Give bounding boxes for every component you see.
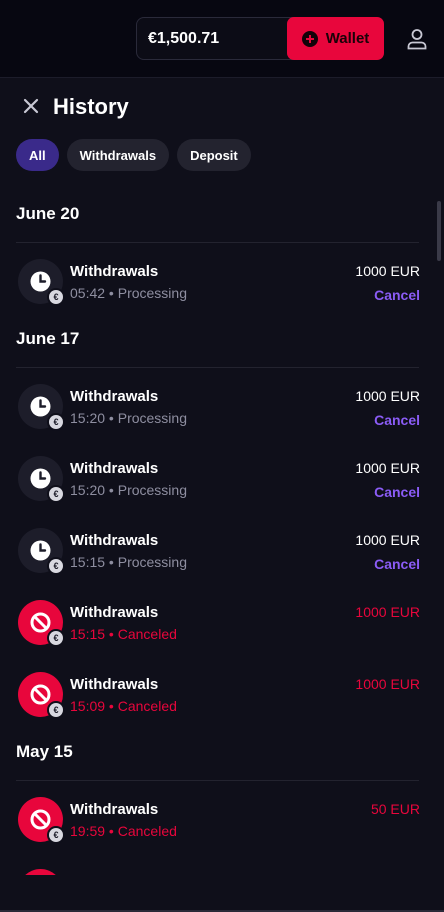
transaction-title: Withdrawals <box>70 604 159 621</box>
transaction-status: Canceled <box>117 823 177 839</box>
transaction-subtitle: 15:15 • Canceled <box>70 626 177 642</box>
euro-coin-icon: € <box>47 629 65 647</box>
coin-symbol: € <box>49 703 63 717</box>
cancel-link[interactable]: Cancel <box>374 412 420 428</box>
coin-symbol: € <box>49 559 63 573</box>
transaction-title: Withdrawals <box>70 460 159 477</box>
wallet-button[interactable]: Wallet <box>287 17 384 60</box>
cancel-link[interactable]: Cancel <box>374 484 420 500</box>
transaction-status-icon: € <box>18 384 65 431</box>
clock-icon <box>30 468 51 489</box>
transaction-row[interactable]: € Withdrawals 15:15 • Processing 1000 EUR Ca… <box>0 512 430 584</box>
balance-value: €1,500.71 <box>148 30 220 47</box>
date-heading: June 20 <box>16 204 80 223</box>
transaction-amount: 1000 EUR <box>355 460 420 476</box>
transaction-status: Processing <box>117 554 187 570</box>
transaction-row[interactable]: € Withdrawals 05:42 • Processing 1000 EUR Ca… <box>0 243 430 315</box>
transaction-subtitle: 15:20 • Processing <box>70 410 187 426</box>
transaction-amount: 1000 EUR <box>355 263 420 279</box>
prohibited-icon <box>30 612 51 633</box>
history-header: History <box>0 78 444 134</box>
transaction-row[interactable]: € Withdrawals 15:15 • Canceled 1000 EUR <box>0 584 430 656</box>
euro-coin-icon: € <box>47 288 65 306</box>
transaction-row[interactable]: € Withdrawals 15:20 • Processing 1000 EUR Ca… <box>0 440 430 512</box>
filter-chip-deposit[interactable]: Deposit <box>177 139 251 171</box>
euro-coin-icon: € <box>47 701 65 719</box>
filter-chip-withdrawals[interactable]: Withdrawals <box>66 139 170 171</box>
close-icon[interactable] <box>22 97 40 115</box>
cancel-link[interactable]: Cancel <box>374 556 420 572</box>
coin-symbol: € <box>49 631 63 645</box>
euro-coin-icon: € <box>47 826 65 844</box>
transaction-status-icon: € <box>18 600 65 647</box>
transaction-title: Withdrawals <box>70 676 159 693</box>
transaction-amount: 1000 EUR <box>355 676 420 692</box>
transaction-status-icon: € <box>18 672 65 719</box>
transaction-status: Processing <box>117 482 187 498</box>
balance-box[interactable]: €1,500.71 Wallet <box>136 17 384 60</box>
prohibited-icon <box>30 809 51 830</box>
transaction-status: Processing <box>117 285 187 301</box>
coin-symbol: € <box>49 487 63 501</box>
top-bar: €1,500.71 Wallet <box>0 0 444 78</box>
transaction-time: 05:42 <box>70 285 106 301</box>
transaction-subtitle: 15:20 • Processing <box>70 482 187 498</box>
transaction-time: 15:15 <box>70 554 106 570</box>
transaction-title: Withdrawals <box>70 532 159 549</box>
transaction-time: 15:15 <box>70 626 106 642</box>
euro-coin-icon: € <box>47 485 65 503</box>
transaction-row[interactable]: €Withdrawals1000 EUR <box>0 853 430 875</box>
filter-chip-all[interactable]: All <box>16 139 59 171</box>
transaction-status-icon: € <box>18 456 65 503</box>
wallet-label: Wallet <box>325 30 370 47</box>
transaction-row[interactable]: € Withdrawals 15:09 • Canceled 1000 EUR <box>0 656 430 728</box>
clock-icon <box>30 271 51 292</box>
prohibited-icon <box>30 684 51 705</box>
transaction-row[interactable]: € Withdrawals 19:59 • Canceled 50 EUR <box>0 781 430 853</box>
transaction-status-icon: € <box>18 259 65 306</box>
history-list: June 20 € Withdrawals 05:42 • Processing 100… <box>0 190 430 875</box>
transaction-subtitle: 15:09 • Canceled <box>70 698 177 714</box>
transaction-row[interactable]: € Withdrawals 15:20 • Processing 1000 EUR Ca… <box>0 368 430 440</box>
transaction-time: 15:20 <box>70 482 106 498</box>
filter-chips: All Withdrawals Deposit <box>16 139 251 171</box>
transaction-amount: 1000 EUR <box>355 388 420 404</box>
transaction-status-icon: € <box>18 797 65 844</box>
transaction-title: Withdrawals <box>70 388 159 405</box>
date-heading: May 15 <box>16 742 73 761</box>
coin-symbol: € <box>49 415 63 429</box>
euro-coin-icon: € <box>47 557 65 575</box>
bottom-bar <box>0 875 444 912</box>
coin-symbol: € <box>49 290 63 304</box>
transaction-subtitle: 05:42 • Processing <box>70 285 187 301</box>
transaction-time: 19:59 <box>70 823 106 839</box>
scrollbar-thumb[interactable] <box>437 201 441 261</box>
transaction-status: Canceled <box>117 698 177 714</box>
clock-icon <box>30 540 51 561</box>
cancel-link[interactable]: Cancel <box>374 287 420 303</box>
page-title: History <box>53 94 129 119</box>
transaction-subtitle: 15:15 • Processing <box>70 554 187 570</box>
transaction-time: 15:09 <box>70 698 106 714</box>
transaction-amount: 1000 EUR <box>355 604 420 620</box>
plus-circle-icon <box>301 30 318 47</box>
clock-icon <box>30 396 51 417</box>
transaction-subtitle: 19:59 • Canceled <box>70 823 177 839</box>
transaction-status: Canceled <box>117 626 177 642</box>
transaction-amount: 50 EUR <box>370 801 420 817</box>
euro-coin-icon: € <box>47 413 65 431</box>
transaction-title: Withdrawals <box>70 263 159 280</box>
transaction-amount: 1000 EUR <box>355 532 420 548</box>
coin-symbol: € <box>49 828 63 842</box>
transaction-status-icon: € <box>18 528 65 575</box>
user-icon[interactable] <box>405 27 429 51</box>
transaction-status: Processing <box>117 410 187 426</box>
date-heading: June 17 <box>16 329 80 348</box>
transaction-title: Withdrawals <box>70 801 159 818</box>
transaction-time: 15:20 <box>70 410 106 426</box>
